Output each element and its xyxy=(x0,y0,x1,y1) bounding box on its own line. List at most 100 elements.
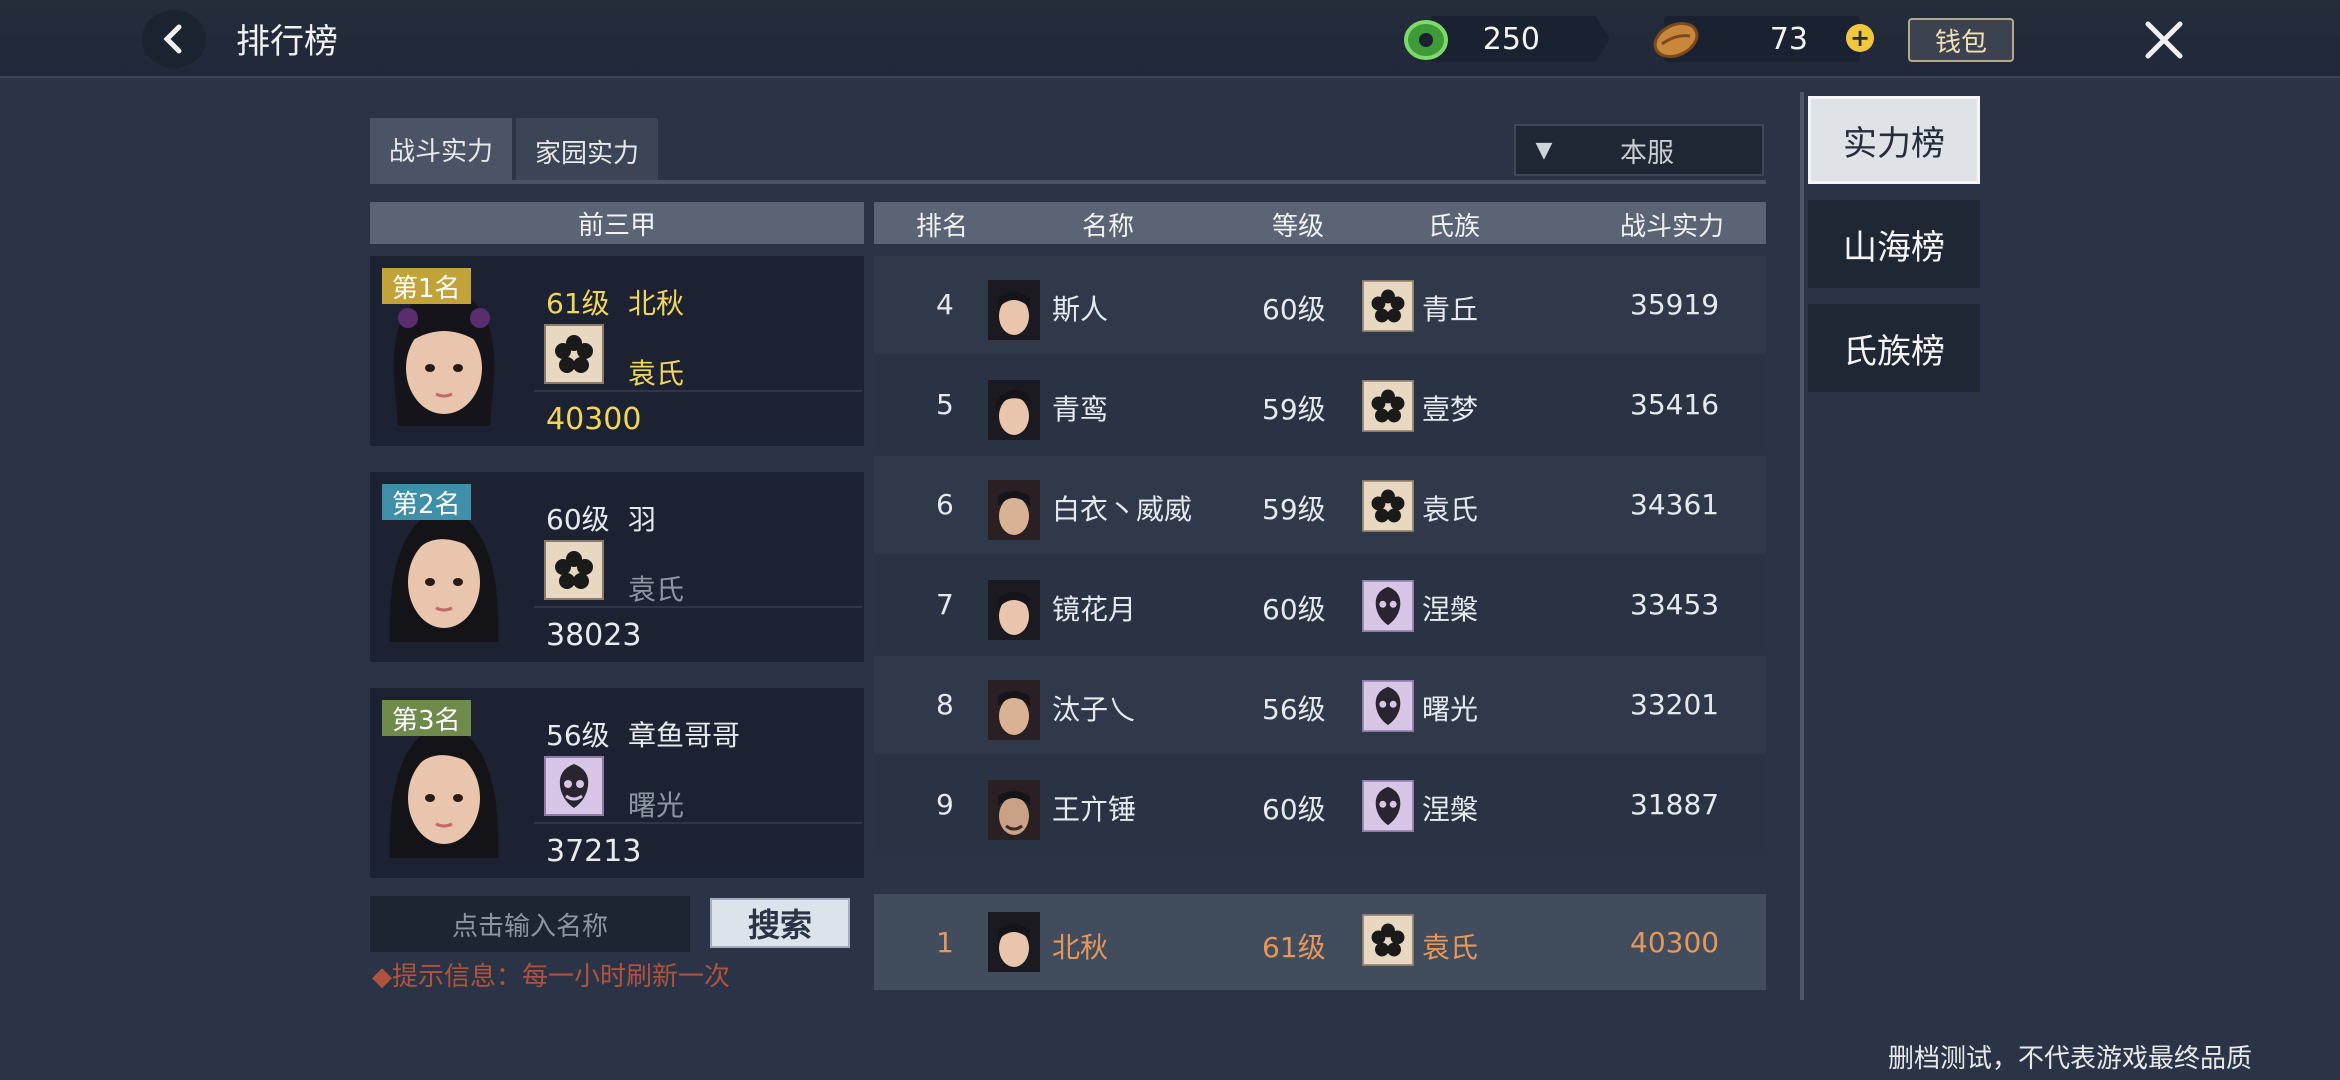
tab-home-power[interactable]: 家园实力 xyxy=(516,118,658,184)
avatar xyxy=(988,280,1040,340)
divider xyxy=(534,606,862,608)
ranking-table: 4 斯人 60级 青丘 35919 5 青鸾 59级 壹梦 35416 6 白衣… xyxy=(874,250,1766,870)
row-level: 59级 xyxy=(1262,493,1326,526)
row-name: 北秋 xyxy=(1052,931,1109,964)
test-version-note: 删档测试，不代表游戏最终品质 xyxy=(1887,1044,2252,1074)
row-level: 60级 xyxy=(1262,293,1326,326)
server-dropdown-value: 本服 xyxy=(1620,137,1674,169)
avatar xyxy=(988,480,1040,540)
row-level: 60级 xyxy=(1262,793,1326,826)
refresh-hint: ◆提示信息：每一小时刷新一次 xyxy=(372,956,730,993)
close-button[interactable] xyxy=(2134,10,2194,70)
sakura-icon xyxy=(1362,380,1414,432)
row-rank: 1 xyxy=(936,926,954,959)
currency-jade: 250 xyxy=(1430,16,1610,62)
row-name: 镜花月 xyxy=(1052,593,1137,626)
avatar xyxy=(988,912,1040,972)
table-row[interactable]: 7 镜花月 60级 涅槃 33453 xyxy=(874,556,1766,654)
side-tab-shanhai-ranking[interactable]: 山海榜 xyxy=(1808,200,1980,288)
row-name: 汰子乀 xyxy=(1052,693,1137,726)
row-name: 白衣丶威威 xyxy=(1052,493,1193,526)
top3-card-3[interactable]: 第3名 56级 章鱼哥哥 曙光 37213 xyxy=(370,688,864,878)
col-level: 等级 xyxy=(1272,212,1325,242)
col-name: 名称 xyxy=(1082,212,1135,242)
row-clan: 曙光 xyxy=(1422,693,1479,726)
row-level: 60级 xyxy=(1262,593,1326,626)
tab-combat-power[interactable]: 战斗实力 xyxy=(370,118,512,184)
side-tab-clan-ranking[interactable]: 氏族榜 xyxy=(1808,304,1980,392)
row-clan: 涅槃 xyxy=(1422,793,1479,826)
row-name: 青鸾 xyxy=(1052,393,1109,426)
col-power: 战斗实力 xyxy=(1620,212,1725,242)
top3-card-2[interactable]: 第2名 60级 羽 袁氏 38023 xyxy=(370,472,864,662)
row-power: 31887 xyxy=(1630,788,1720,821)
row-clan: 袁氏 xyxy=(1422,493,1479,526)
chevron-down-icon: ▼ xyxy=(1535,137,1553,163)
row-rank: 6 xyxy=(936,488,954,521)
table-row[interactable]: 4 斯人 60级 青丘 35919 xyxy=(874,256,1766,354)
search-button[interactable]: 搜索 xyxy=(710,898,850,948)
table-row[interactable]: 6 白衣丶威威 59级 袁氏 34361 xyxy=(874,456,1766,554)
chevron-left-icon xyxy=(163,24,182,54)
server-dropdown[interactable]: ▼ 本服 xyxy=(1514,124,1764,176)
row-clan: 青丘 xyxy=(1422,293,1479,326)
currency-shell-value: 73 xyxy=(1769,22,1808,57)
divider xyxy=(534,390,862,392)
search-input[interactable]: 点击输入名称 xyxy=(370,896,690,952)
close-icon xyxy=(2145,21,2183,59)
currency-jade-value: 250 xyxy=(1482,22,1540,57)
side-divider xyxy=(1800,92,1804,1000)
row-level: 59级 xyxy=(1262,393,1326,426)
back-button[interactable] xyxy=(142,10,206,68)
col-clan: 氏族 xyxy=(1428,212,1481,242)
row-power: 33201 xyxy=(1630,688,1720,721)
player-name: 章鱼哥哥 xyxy=(628,719,741,752)
jade-coin-icon xyxy=(1404,20,1448,60)
col-rank: 排名 xyxy=(916,212,969,242)
sakura-icon xyxy=(544,324,604,384)
player-clan: 袁氏 xyxy=(628,357,685,390)
mask-icon xyxy=(1362,780,1414,832)
row-rank: 5 xyxy=(936,388,954,421)
mask-icon xyxy=(1362,580,1414,632)
avatar xyxy=(988,580,1040,640)
table-row[interactable]: 9 王亣锤 60级 涅槃 31887 xyxy=(874,756,1766,854)
row-clan: 袁氏 xyxy=(1422,931,1479,964)
row-name: 斯人 xyxy=(1052,293,1109,326)
avatar xyxy=(988,680,1040,740)
avatar xyxy=(988,780,1040,840)
sakura-icon xyxy=(544,540,604,600)
row-power: 40300 xyxy=(1630,926,1720,959)
page-title: 排行榜 xyxy=(236,22,338,62)
divider xyxy=(534,822,862,824)
player-level: 60级 xyxy=(546,503,610,536)
row-rank: 9 xyxy=(936,788,954,821)
row-power: 34361 xyxy=(1630,488,1720,521)
player-name: 北秋 xyxy=(628,287,685,320)
side-tab-power-ranking[interactable]: 实力榜 xyxy=(1808,96,1980,184)
top3-card-1[interactable]: 第1名 61级 北秋 袁氏 40300 xyxy=(370,256,864,446)
rank-badge: 第2名 xyxy=(382,484,471,520)
top-bar: 排行榜 250 73 + 钱包 xyxy=(0,0,2340,78)
row-rank: 4 xyxy=(936,288,954,321)
diamond-icon: ◆ xyxy=(372,962,392,992)
hint-text: 提示信息：每一小时刷新一次 xyxy=(392,962,731,992)
player-level: 56级 xyxy=(546,719,610,752)
row-level: 56级 xyxy=(1262,693,1326,726)
rank-badge: 第1名 xyxy=(382,268,471,304)
table-row[interactable]: 8 汰子乀 56级 曙光 33201 xyxy=(874,656,1766,754)
avatar xyxy=(988,380,1040,440)
add-currency-icon[interactable]: + xyxy=(1846,24,1874,52)
rank-badge: 第3名 xyxy=(382,700,471,736)
player-name: 羽 xyxy=(628,503,657,536)
row-power: 35416 xyxy=(1630,388,1720,421)
player-power: 38023 xyxy=(546,618,642,653)
my-ranking-row[interactable]: 1 北秋 61级 袁氏 40300 xyxy=(874,894,1766,990)
wallet-button[interactable]: 钱包 xyxy=(1908,18,2014,62)
table-row[interactable]: 5 青鸾 59级 壹梦 35416 xyxy=(874,356,1766,454)
sakura-icon xyxy=(1362,280,1414,332)
mask-icon xyxy=(1362,680,1414,732)
row-power: 33453 xyxy=(1630,588,1720,621)
row-rank: 8 xyxy=(936,688,954,721)
player-clan: 曙光 xyxy=(628,789,685,822)
